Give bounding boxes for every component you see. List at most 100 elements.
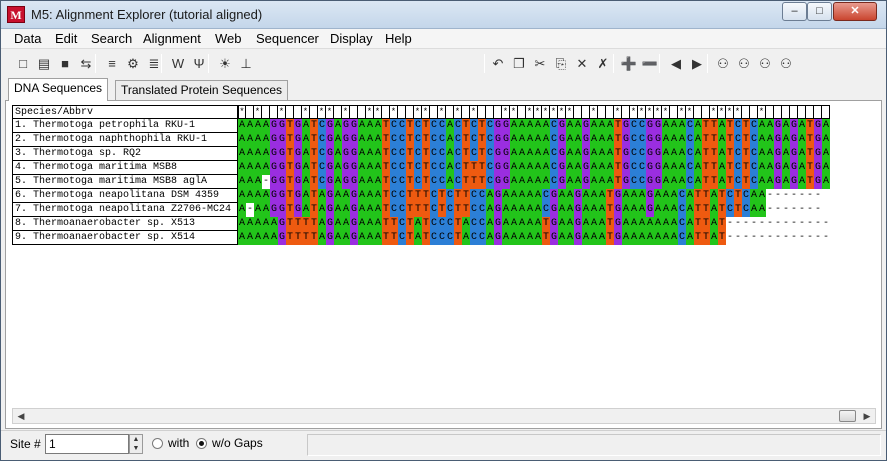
nucleotide-cell[interactable]: T [294, 217, 302, 231]
nucleotide-cell[interactable]: A [270, 217, 278, 231]
nucleotide-cell[interactable]: - [742, 231, 750, 245]
nucleotide-cell[interactable]: C [470, 217, 478, 231]
nucleotide-cell[interactable]: A [598, 231, 606, 245]
nucleotide-cell[interactable]: T [614, 147, 622, 161]
nucleotide-cell[interactable]: A [622, 189, 630, 203]
nucleotide-cell[interactable]: T [454, 217, 462, 231]
nucleotide-cell[interactable]: G [342, 161, 350, 175]
nucleotide-cell[interactable]: C [678, 189, 686, 203]
nucleotide-cell[interactable]: A [670, 217, 678, 231]
nucleotide-cell[interactable]: T [414, 189, 422, 203]
nucleotide-cell[interactable]: A [758, 133, 766, 147]
nucleotide-cell[interactable]: G [494, 217, 502, 231]
nucleotide-cell[interactable]: A [366, 175, 374, 189]
nucleotide-cell[interactable]: G [574, 231, 582, 245]
nucleotide-cell[interactable]: A [366, 203, 374, 217]
nucleotide-cell[interactable]: G [270, 119, 278, 133]
nucleotide-cell[interactable]: G [294, 119, 302, 133]
sequence-row[interactable]: AAAAGGTGATCGAGGAAATCCTCTCCACTCTCGGAAAAAC… [238, 133, 830, 147]
menu-sequencer[interactable]: Sequencer [256, 31, 319, 46]
nucleotide-cell[interactable]: G [270, 133, 278, 147]
nucleotide-cell[interactable]: A [606, 175, 614, 189]
nucleotide-cell[interactable]: T [462, 119, 470, 133]
nucleotide-cell[interactable]: - [766, 217, 774, 231]
nucleotide-cell[interactable]: A [598, 217, 606, 231]
nucleotide-cell[interactable]: G [774, 175, 782, 189]
nucleotide-cell[interactable]: A [654, 189, 662, 203]
nucleotide-cell[interactable]: A [566, 203, 574, 217]
nucleotide-cell[interactable]: T [286, 175, 294, 189]
delete-row-icon[interactable]: ➖ [640, 54, 660, 73]
nucleotide-cell[interactable]: T [382, 217, 390, 231]
nucleotide-cell[interactable]: C [430, 175, 438, 189]
nucleotide-cell[interactable]: A [590, 119, 598, 133]
nucleotide-cell[interactable]: G [646, 119, 654, 133]
nucleotide-cell[interactable]: C [430, 161, 438, 175]
nucleotide-cell[interactable]: T [462, 133, 470, 147]
delete-gap-icon[interactable]: ✗ [593, 54, 613, 73]
nucleotide-cell[interactable]: G [342, 133, 350, 147]
nucleotide-cell[interactable]: T [734, 203, 742, 217]
nucleotide-cell[interactable]: A [254, 231, 262, 245]
nucleotide-cell[interactable]: C [630, 147, 638, 161]
nucleotide-cell[interactable]: - [814, 203, 822, 217]
nucleotide-cell[interactable]: G [494, 147, 502, 161]
align-muscle-icon[interactable]: ⚙ [123, 54, 143, 73]
nucleotide-cell[interactable]: A [710, 203, 718, 217]
nucleotide-cell[interactable]: C [638, 119, 646, 133]
nucleotide-cell[interactable]: G [326, 175, 334, 189]
nucleotide-cell[interactable]: A [510, 133, 518, 147]
nucleotide-cell[interactable]: G [502, 133, 510, 147]
nucleotide-cell[interactable]: C [550, 161, 558, 175]
nucleotide-cell[interactable]: A [510, 147, 518, 161]
nucleotide-cell[interactable]: G [614, 189, 622, 203]
nucleotide-cell[interactable]: A [446, 175, 454, 189]
nucleotide-cell[interactable]: A [518, 203, 526, 217]
find-previous-icon[interactable]: ⚇ [734, 54, 754, 73]
nucleotide-cell[interactable]: A [750, 203, 758, 217]
sequence-name[interactable]: 6. Thermotoga neapolitana DSM 4359 [12, 189, 238, 203]
nucleotide-cell[interactable]: A [534, 189, 542, 203]
nucleotide-cell[interactable]: T [286, 119, 294, 133]
nucleotide-cell[interactable]: - [790, 231, 798, 245]
nucleotide-cell[interactable]: A [526, 217, 534, 231]
nucleotide-cell[interactable]: T [718, 189, 726, 203]
nucleotide-cell[interactable]: A [798, 161, 806, 175]
web-icon[interactable]: W [168, 54, 188, 73]
nucleotide-cell[interactable]: A [358, 133, 366, 147]
nucleotide-cell[interactable]: A [670, 231, 678, 245]
nucleotide-cell[interactable]: A [782, 119, 790, 133]
paste-icon[interactable]: ⎘ [551, 54, 571, 73]
nucleotide-cell[interactable]: - [750, 217, 758, 231]
nucleotide-cell[interactable]: A [446, 119, 454, 133]
sequences-icon[interactable]: ≣ [144, 54, 164, 73]
nucleotide-cell[interactable]: C [630, 119, 638, 133]
nucleotide-cell[interactable]: G [350, 147, 358, 161]
nucleotide-cell[interactable]: C [438, 161, 446, 175]
nucleotide-cell[interactable]: A [534, 119, 542, 133]
nucleotide-cell[interactable]: A [710, 231, 718, 245]
nucleotide-cell[interactable]: A [526, 175, 534, 189]
nucleotide-cell[interactable]: A [646, 217, 654, 231]
horizontal-scrollbar[interactable]: ◀ ▶ [12, 408, 876, 424]
nucleotide-cell[interactable]: - [822, 217, 830, 231]
nucleotide-cell[interactable]: A [566, 231, 574, 245]
nucleotide-cell[interactable]: A [662, 231, 670, 245]
nucleotide-cell[interactable]: A [262, 161, 270, 175]
nucleotide-cell[interactable]: C [686, 175, 694, 189]
nucleotide-cell[interactable]: - [814, 231, 822, 245]
nucleotide-cell[interactable]: C [398, 175, 406, 189]
nucleotide-cell[interactable]: A [590, 189, 598, 203]
nucleotide-cell[interactable]: A [526, 161, 534, 175]
nucleotide-cell[interactable]: A [246, 175, 254, 189]
nucleotide-cell[interactable]: A [686, 189, 694, 203]
nucleotide-cell[interactable]: G [270, 147, 278, 161]
nucleotide-cell[interactable]: G [790, 175, 798, 189]
nucleotide-cell[interactable]: T [702, 189, 710, 203]
nucleotide-cell[interactable]: C [470, 119, 478, 133]
sequence-row[interactable]: AAAAGGTGATCGAGGAAATCCTCTCCACTCTCGGAAAAAC… [238, 119, 830, 133]
nucleotide-cell[interactable]: G [502, 175, 510, 189]
nucleotide-cell[interactable]: A [502, 217, 510, 231]
nucleotide-cell[interactable]: A [302, 203, 310, 217]
nucleotide-cell[interactable]: A [334, 203, 342, 217]
